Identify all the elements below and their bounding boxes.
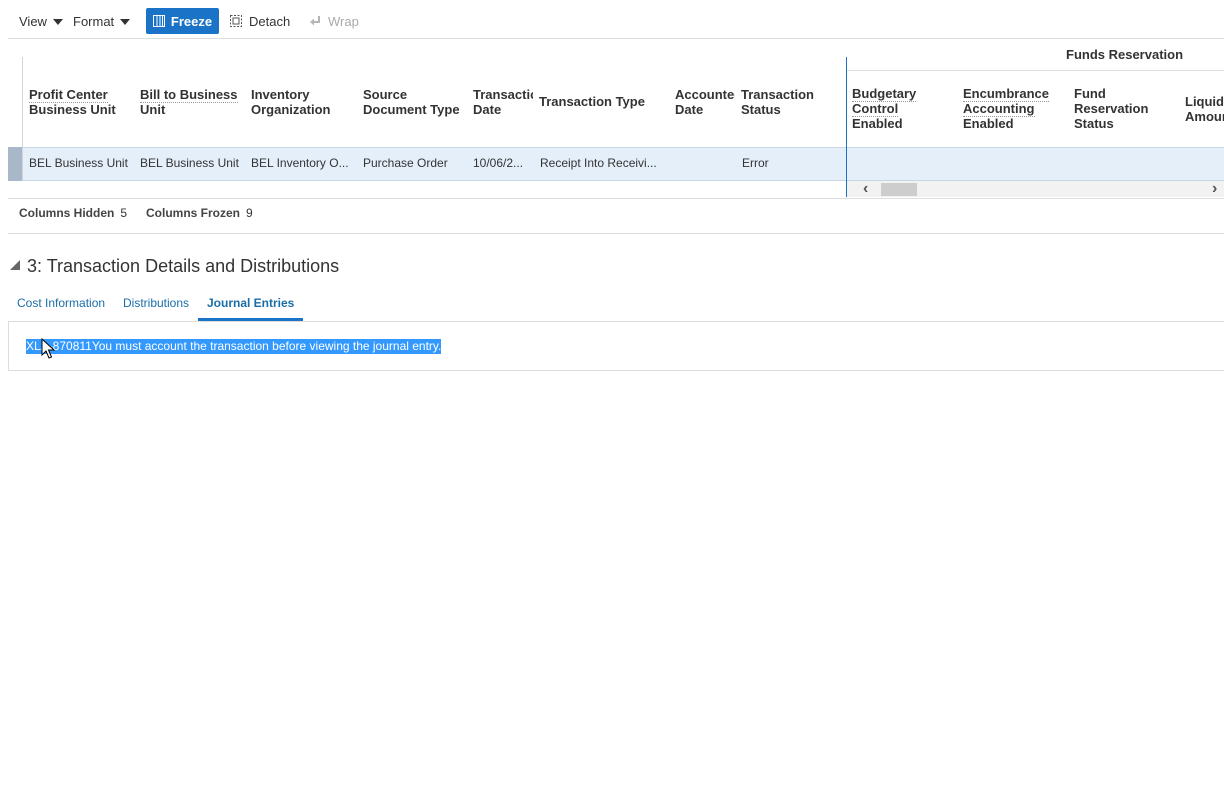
cell-transaction-date: 10/06/2... xyxy=(473,156,524,170)
column-header-transaction-type[interactable]: Transaction Type xyxy=(539,94,669,109)
freeze-button[interactable]: Freeze xyxy=(146,8,219,34)
freeze-icon xyxy=(152,15,165,27)
columns-frozen-label: Columns Frozen xyxy=(146,206,241,220)
wrap-button[interactable]: Wrap xyxy=(309,8,359,34)
format-menu-label: Format xyxy=(73,13,115,29)
freeze-divider xyxy=(846,57,847,197)
column-header-label: Encumbrance Accounting Enabled xyxy=(963,86,1049,131)
column-header-liquidation-amount[interactable]: Liquidation Amount xyxy=(1185,94,1224,124)
column-header-label: Accounted Date xyxy=(675,87,735,117)
column-header-source-doc-type[interactable]: Source Document Type xyxy=(363,87,471,117)
wrap-icon xyxy=(310,16,320,26)
column-header-encumbrance-accounting[interactable]: Encumbrance Accounting Enabled xyxy=(963,86,1068,131)
wrap-label: Wrap xyxy=(328,13,359,29)
column-header-label: Source Document Type xyxy=(363,87,460,117)
stats-divider xyxy=(8,233,1224,234)
tab-distributions[interactable]: Distributions xyxy=(123,296,189,310)
cell-inventory-org: BEL Inventory O... xyxy=(251,156,349,170)
column-header-fund-reservation-status[interactable]: Fund Reservation Status xyxy=(1074,86,1179,131)
column-header-profit-center[interactable]: Profit Center Business Unit xyxy=(29,87,137,117)
scroll-left-icon[interactable]: ‹ xyxy=(863,180,868,198)
cell-transaction-type: Receipt Into Receivi... xyxy=(540,156,657,170)
mouse-cursor-icon xyxy=(41,338,55,359)
detach-label: Detach xyxy=(249,13,291,29)
group-header-divider xyxy=(847,70,1224,71)
columns-hidden-stat: Columns Hidden 5 xyxy=(19,206,127,220)
columns-frozen-value: 9 xyxy=(246,206,253,220)
column-header-label: Profit Center Business Unit xyxy=(29,87,116,117)
column-header-inventory-org[interactable]: Inventory Organization xyxy=(251,87,359,117)
column-header-transaction-status[interactable]: Transaction Status xyxy=(741,87,841,117)
section-title: 3: Transaction Details and Distributions xyxy=(27,256,340,276)
cell-transaction-status: Error xyxy=(742,156,769,170)
view-menu-label: View xyxy=(19,13,47,29)
column-header-label: Inventory Organization xyxy=(251,87,331,117)
detach-icon xyxy=(230,15,242,27)
column-header-label: Fund Reservation Status xyxy=(1074,86,1149,131)
chevron-down-icon xyxy=(120,19,131,25)
collapse-triangle-icon[interactable] xyxy=(10,260,20,270)
journal-entry-message: XLA-870811You must account the transacti… xyxy=(26,339,442,354)
cell-profit-center: BEL Business Unit xyxy=(29,156,128,170)
table-bottom-divider xyxy=(8,198,1224,199)
freeze-label: Freeze xyxy=(170,13,213,29)
column-header-label: Bill to Business Unit xyxy=(140,87,238,117)
view-menu[interactable]: View xyxy=(19,8,63,34)
funds-reservation-header: Funds Reservation xyxy=(1066,47,1184,62)
columns-frozen-stat: Columns Frozen 9 xyxy=(146,206,253,220)
column-header-label: Budgetary Control Enabled xyxy=(852,86,917,131)
column-header-label: Transaction Date xyxy=(473,87,533,117)
cell-source-doc-type: Purchase Order xyxy=(363,156,448,170)
detach-button[interactable]: Detach xyxy=(229,8,290,34)
columns-hidden-value: 5 xyxy=(120,206,128,220)
row-selector[interactable] xyxy=(8,147,22,181)
cell-bill-to: BEL Business Unit xyxy=(140,156,239,170)
tab-journal-entries[interactable]: Journal Entries xyxy=(207,296,294,310)
column-header-budgetary-control[interactable]: Budgetary Control Enabled xyxy=(852,86,952,131)
column-header-transaction-date[interactable]: Transaction Date xyxy=(473,87,533,117)
column-header-label: Transaction Status xyxy=(741,87,814,117)
chevron-down-icon xyxy=(52,19,63,25)
scrollbar-thumb[interactable] xyxy=(881,183,917,196)
columns-hidden-label: Columns Hidden xyxy=(19,206,115,220)
toolbar-divider xyxy=(8,38,1224,39)
column-header-accounted-date[interactable]: Accounted Date xyxy=(675,87,735,117)
column-header-bill-to[interactable]: Bill to Business Unit xyxy=(140,87,248,117)
column-header-label: Transaction Type xyxy=(539,94,645,109)
scroll-right-icon[interactable]: › xyxy=(1212,180,1217,198)
format-menu[interactable]: Format xyxy=(73,8,131,34)
tab-cost-information[interactable]: Cost Information xyxy=(17,296,105,310)
column-header-label: Liquidation Amount xyxy=(1185,94,1224,124)
